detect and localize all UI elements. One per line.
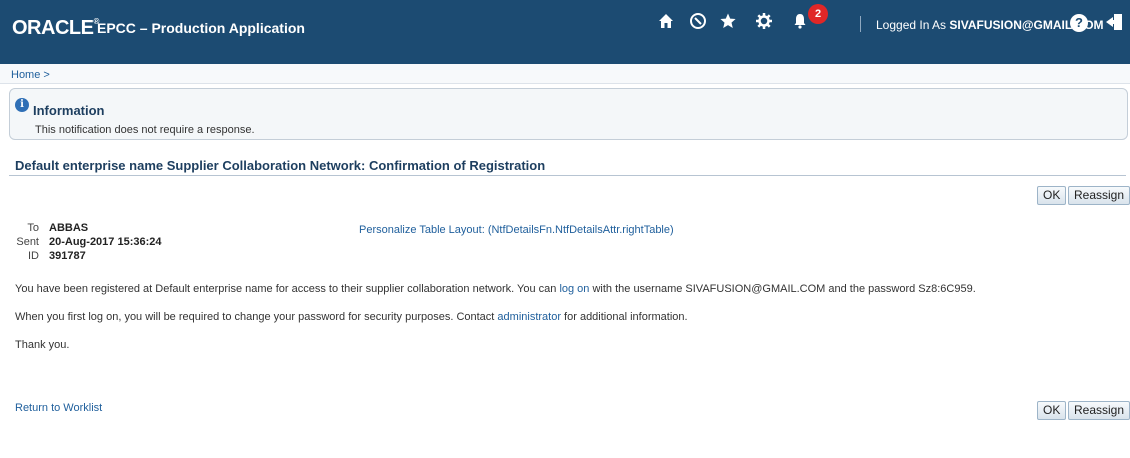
reassign-button-bottom[interactable]: Reassign — [1068, 401, 1130, 420]
ok-button-bottom[interactable]: OK — [1037, 401, 1067, 420]
return-to-worklist-link[interactable]: Return to Worklist — [15, 402, 102, 414]
log-on-link[interactable]: log on — [559, 283, 589, 295]
page-title: Default enterprise name Supplier Collabo… — [15, 158, 546, 173]
help-icon[interactable]: ? — [1070, 14, 1088, 32]
to-value: ABBAS — [49, 222, 89, 234]
information-message: This notification does not require a res… — [35, 124, 255, 136]
logout-icon[interactable] — [1102, 12, 1126, 36]
notification-badge: 2 — [808, 4, 828, 24]
oracle-logo: ORACLE® — [12, 17, 99, 39]
app-title: EPCC – Production Application — [97, 20, 305, 36]
gear-icon[interactable] — [752, 12, 776, 36]
heading-divider — [9, 175, 1126, 176]
breadcrumb-home-link[interactable]: Home > — [11, 69, 50, 81]
message-line-2: When you first log on, you will be requi… — [15, 311, 688, 323]
reassign-button-top[interactable]: Reassign — [1068, 186, 1130, 205]
message-line-1: You have been registered at Default ente… — [15, 283, 976, 295]
top-header-bar: ORACLE® EPCC – Production Application 2 … — [0, 0, 1130, 64]
to-label: To — [27, 222, 39, 234]
compass-icon[interactable] — [686, 12, 710, 36]
ok-button-top[interactable]: OK — [1037, 186, 1067, 205]
id-value: 391787 — [49, 250, 86, 262]
sent-label: Sent — [16, 236, 39, 248]
personalize-table-link[interactable]: Personalize Table Layout: (NtfDetailsFn.… — [359, 224, 674, 236]
info-icon: i — [15, 98, 29, 112]
star-icon[interactable] — [716, 12, 740, 36]
information-title: Information — [33, 103, 105, 118]
id-label: ID — [28, 250, 39, 262]
header-divider — [860, 16, 861, 32]
sent-value: 20-Aug-2017 15:36:24 — [49, 236, 162, 248]
administrator-link[interactable]: administrator — [497, 311, 561, 323]
message-line-3: Thank you. — [15, 339, 70, 351]
home-icon[interactable] — [654, 12, 678, 36]
breadcrumb-bar — [0, 64, 1130, 84]
